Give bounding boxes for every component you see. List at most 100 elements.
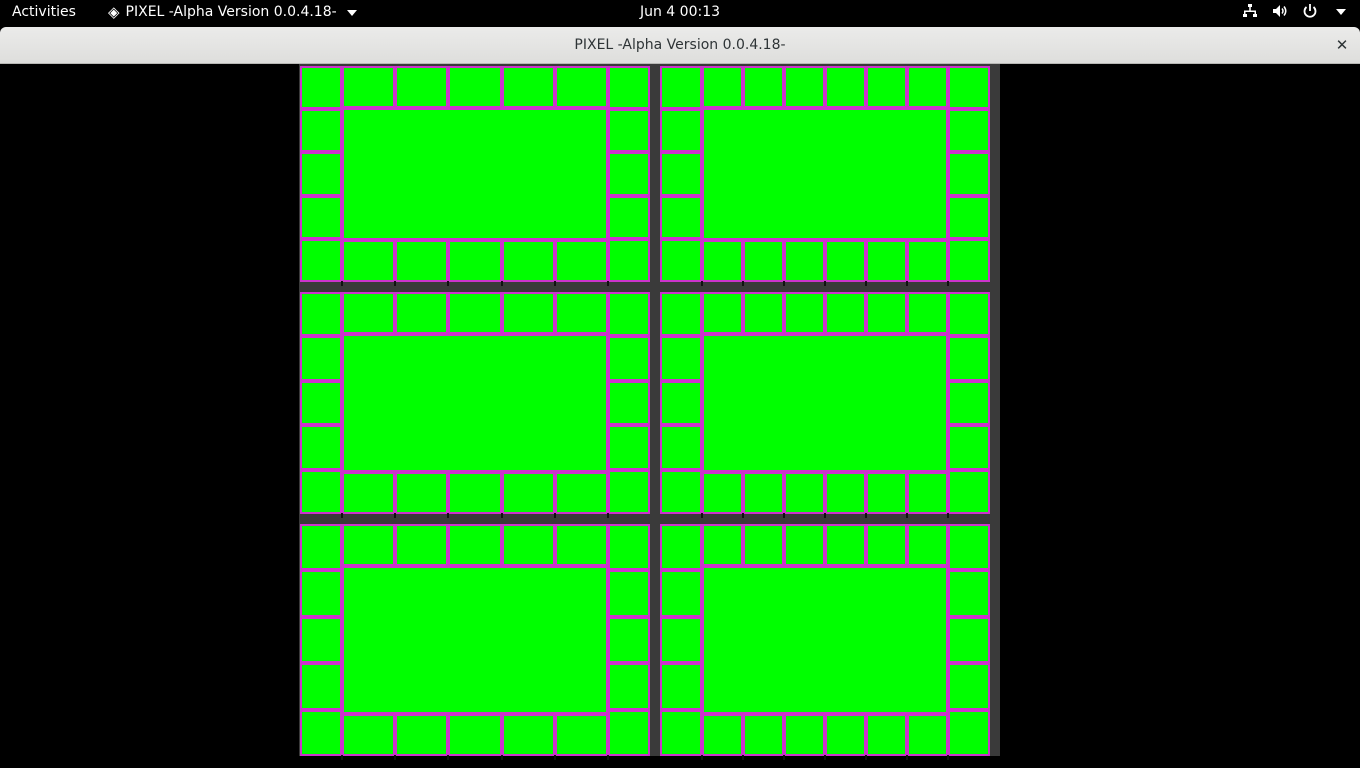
left-side-cell[interactable] — [300, 524, 342, 571]
left-side-cell[interactable] — [300, 66, 342, 110]
left-side-cell[interactable] — [660, 425, 702, 470]
top-cell[interactable] — [395, 66, 449, 108]
right-side-cell[interactable] — [948, 469, 990, 514]
right-side-cell[interactable] — [608, 709, 650, 756]
top-cell[interactable] — [784, 524, 825, 566]
top-cell[interactable] — [702, 524, 743, 566]
left-side-cell[interactable] — [660, 292, 702, 337]
clock[interactable]: Jun 4 00:13 — [640, 4, 720, 20]
pixel-canvas[interactable] — [299, 64, 1000, 760]
left-side-cell[interactable] — [660, 709, 702, 756]
bottom-cell[interactable] — [448, 240, 502, 282]
bottom-cell[interactable] — [866, 714, 907, 756]
top-cell[interactable] — [743, 66, 784, 108]
right-side-cell[interactable] — [948, 238, 990, 282]
bottom-cell[interactable] — [825, 472, 866, 514]
center-cell[interactable] — [702, 566, 948, 714]
bottom-cell[interactable] — [554, 714, 608, 756]
bottom-cell[interactable] — [825, 240, 866, 282]
bottom-cell[interactable] — [448, 714, 502, 756]
left-side-cell[interactable] — [300, 292, 342, 337]
left-side-cell[interactable] — [660, 195, 702, 239]
left-side-cell[interactable] — [660, 152, 702, 196]
right-side-cell[interactable] — [948, 425, 990, 470]
right-side-cell[interactable] — [948, 524, 990, 571]
top-cell[interactable] — [501, 524, 555, 566]
bottom-cell[interactable] — [501, 472, 555, 514]
top-cell[interactable] — [743, 524, 784, 566]
left-side-cell[interactable] — [660, 238, 702, 282]
left-side-cell[interactable] — [300, 152, 342, 196]
right-side-cell[interactable] — [948, 616, 990, 664]
bottom-cell[interactable] — [866, 472, 907, 514]
left-side-cell[interactable] — [300, 380, 342, 426]
left-side-cell[interactable] — [300, 570, 342, 617]
right-side-cell[interactable] — [608, 195, 650, 239]
right-side-cell[interactable] — [608, 152, 650, 196]
bottom-cell[interactable] — [743, 714, 784, 756]
top-cell[interactable] — [825, 524, 866, 566]
right-side-cell[interactable] — [948, 195, 990, 239]
top-cell[interactable] — [395, 292, 449, 334]
window-titlebar[interactable]: PIXEL -Alpha Version 0.0.4.18- ✕ — [0, 27, 1360, 64]
right-side-cell[interactable] — [608, 425, 650, 470]
right-side-cell[interactable] — [608, 663, 650, 710]
bottom-cell[interactable] — [784, 472, 825, 514]
left-side-cell[interactable] — [660, 109, 702, 153]
system-status-menu[interactable] — [1242, 3, 1346, 19]
top-cell[interactable] — [743, 292, 784, 334]
right-side-cell[interactable] — [608, 570, 650, 617]
bottom-cell[interactable] — [743, 472, 784, 514]
left-side-cell[interactable] — [300, 616, 342, 664]
top-cell[interactable] — [866, 524, 907, 566]
right-side-cell[interactable] — [948, 709, 990, 756]
bottom-cell[interactable] — [395, 472, 449, 514]
right-side-cell[interactable] — [608, 336, 650, 381]
top-cell[interactable] — [554, 66, 608, 108]
left-side-cell[interactable] — [300, 195, 342, 239]
top-cell[interactable] — [342, 524, 396, 566]
top-cell[interactable] — [342, 66, 396, 108]
left-side-cell[interactable] — [300, 709, 342, 756]
bottom-cell[interactable] — [784, 240, 825, 282]
bottom-cell[interactable] — [702, 472, 743, 514]
top-cell[interactable] — [395, 524, 449, 566]
right-side-cell[interactable] — [608, 238, 650, 282]
top-cell[interactable] — [907, 524, 948, 566]
left-side-cell[interactable] — [660, 570, 702, 617]
bottom-cell[interactable] — [702, 714, 743, 756]
top-cell[interactable] — [448, 524, 502, 566]
top-cell[interactable] — [784, 66, 825, 108]
left-side-cell[interactable] — [660, 336, 702, 381]
bottom-cell[interactable] — [743, 240, 784, 282]
top-cell[interactable] — [448, 292, 502, 334]
right-side-cell[interactable] — [948, 663, 990, 710]
top-cell[interactable] — [501, 292, 555, 334]
bottom-cell[interactable] — [907, 472, 948, 514]
right-side-cell[interactable] — [608, 292, 650, 337]
left-side-cell[interactable] — [660, 66, 702, 110]
right-side-cell[interactable] — [948, 380, 990, 426]
top-cell[interactable] — [907, 66, 948, 108]
top-cell[interactable] — [702, 292, 743, 334]
top-cell[interactable] — [554, 292, 608, 334]
left-side-cell[interactable] — [300, 663, 342, 710]
bottom-cell[interactable] — [342, 472, 396, 514]
center-cell[interactable] — [342, 334, 608, 472]
left-side-cell[interactable] — [660, 469, 702, 514]
right-side-cell[interactable] — [608, 66, 650, 110]
center-cell[interactable] — [702, 334, 948, 472]
bottom-cell[interactable] — [395, 240, 449, 282]
app-menu[interactable]: ◈ PIXEL -Alpha Version 0.0.4.18- — [108, 4, 357, 20]
bottom-cell[interactable] — [501, 714, 555, 756]
center-cell[interactable] — [342, 566, 608, 714]
top-cell[interactable] — [342, 292, 396, 334]
left-side-cell[interactable] — [300, 469, 342, 514]
bottom-cell[interactable] — [866, 240, 907, 282]
center-cell[interactable] — [342, 108, 608, 240]
left-side-cell[interactable] — [660, 663, 702, 710]
left-side-cell[interactable] — [660, 380, 702, 426]
top-cell[interactable] — [784, 292, 825, 334]
right-side-cell[interactable] — [608, 380, 650, 426]
activities-button[interactable]: Activities — [12, 4, 76, 20]
